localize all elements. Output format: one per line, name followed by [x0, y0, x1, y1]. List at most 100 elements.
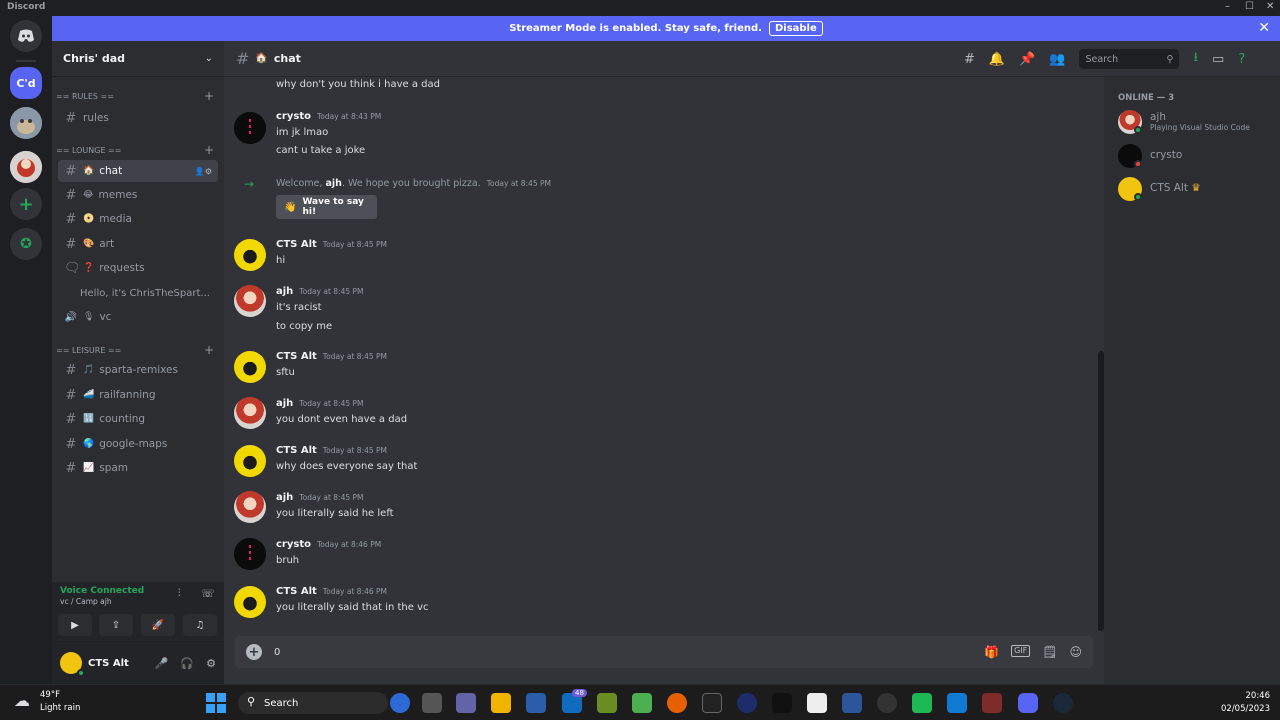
firefox-icon[interactable]: [667, 693, 687, 713]
camera-button[interactable]: ▶: [58, 614, 92, 636]
channel-memes[interactable]: # 😂 memes: [58, 184, 218, 206]
teams-icon[interactable]: [456, 693, 476, 713]
close-banner-icon[interactable]: ✕: [1258, 20, 1270, 36]
channel-media[interactable]: # 📀 media: [58, 208, 218, 230]
member-ajh[interactable]: ajh Playing Visual Studio Code: [1118, 110, 1278, 140]
server-icon-3[interactable]: [10, 151, 42, 183]
add-channel-icon[interactable]: +: [204, 343, 214, 357]
message-author[interactable]: CTS Alt Today at 8:45 PM: [276, 445, 387, 456]
visual-studio-code-icon[interactable]: [947, 693, 967, 713]
app-icon-red[interactable]: [982, 693, 1002, 713]
help-icon[interactable]: ?: [1238, 52, 1245, 67]
member-cts-alt[interactable]: CTS Alt ♛: [1118, 177, 1278, 207]
gif-icon[interactable]: GIF: [1011, 645, 1031, 657]
avatar[interactable]: [234, 285, 266, 317]
channel-google-maps[interactable]: # 🌎 google-maps: [58, 433, 218, 455]
discord-taskbar-icon[interactable]: [1018, 693, 1038, 713]
app-icon-dark[interactable]: [702, 693, 722, 713]
channel-art[interactable]: # 🎨 art: [58, 233, 218, 255]
user-name[interactable]: CTS Alt: [88, 658, 129, 669]
avatar[interactable]: [60, 652, 85, 677]
avatar[interactable]: [234, 445, 266, 477]
store-icon[interactable]: [526, 693, 546, 713]
guild-header[interactable]: Chris' dad ⌄: [52, 41, 224, 77]
threads-icon[interactable]: #: [964, 52, 975, 67]
minimize-icon[interactable]: –: [1225, 1, 1230, 12]
soundboard-button[interactable]: ♫: [183, 614, 217, 636]
channel-railfanning[interactable]: # 🚄 railfanning: [58, 384, 218, 406]
app-icon-green[interactable]: [632, 693, 652, 713]
message-input[interactable]: 0: [274, 647, 280, 658]
gear-icon[interactable]: ⚙: [206, 657, 216, 670]
gift-icon[interactable]: 🎁: [984, 645, 999, 659]
windows-start-icon[interactable]: [206, 693, 226, 713]
chrome-icon[interactable]: [877, 693, 897, 713]
noise-suppression-icon[interactable]: ⫶: [178, 588, 181, 599]
avatar[interactable]: [234, 112, 266, 144]
mic-icon[interactable]: 🎤: [155, 657, 169, 670]
terminal-icon[interactable]: [772, 693, 792, 713]
category-lounge[interactable]: == LOUNGE == +: [56, 143, 220, 157]
channel-vc[interactable]: 🔊 🎙 vc: [58, 306, 218, 328]
inbox-icon[interactable]: ▭: [1212, 52, 1224, 67]
server-chris-dad[interactable]: C'd: [10, 67, 42, 99]
category-rules[interactable]: == RULES == +: [56, 89, 220, 103]
bing-icon[interactable]: [390, 693, 410, 713]
server-icon-2[interactable]: [10, 107, 42, 139]
disconnect-icon[interactable]: ☏: [201, 587, 215, 600]
attach-plus-icon[interactable]: +: [246, 644, 262, 660]
message-author[interactable]: crysto Today at 8:46 PM: [276, 539, 381, 550]
avatar[interactable]: [234, 586, 266, 618]
bell-icon[interactable]: 🔔: [989, 52, 1005, 67]
weather-temp[interactable]: 49°F: [40, 690, 60, 700]
voice-location[interactable]: vc / Camp ajh: [60, 597, 112, 606]
avatar[interactable]: [234, 351, 266, 383]
avatar[interactable]: [234, 239, 266, 271]
add-channel-icon[interactable]: +: [204, 143, 214, 157]
cloud-rain-icon[interactable]: ☁: [14, 691, 30, 710]
home-discord-icon[interactable]: [10, 20, 42, 52]
sticker-icon[interactable]: 🗒: [1042, 645, 1057, 659]
thread-hello[interactable]: Hello, it's ChrisTheSpart...: [74, 282, 218, 304]
avatar[interactable]: [234, 491, 266, 523]
voice-status[interactable]: Voice Connected: [60, 586, 144, 596]
app-icon-blue[interactable]: [737, 693, 757, 713]
channel-requests[interactable]: 🗨 ❓ requests: [58, 257, 218, 279]
avatar[interactable]: [234, 397, 266, 429]
add-server-icon[interactable]: +: [10, 188, 42, 220]
invite-settings-icons[interactable]: 👤⚙: [195, 167, 212, 176]
activity-button[interactable]: 🚀: [141, 614, 175, 636]
disable-streamer-button[interactable]: Disable: [768, 21, 823, 36]
download-icon[interactable]: ⭳: [1193, 48, 1198, 70]
member-crysto[interactable]: crysto: [1118, 144, 1278, 174]
screenshare-button[interactable]: ⇪: [99, 614, 133, 636]
message-author[interactable]: ajh Today at 8:45 PM: [276, 398, 364, 409]
message-author[interactable]: ajh Today at 8:45 PM: [276, 492, 364, 503]
message-author[interactable]: ajh Today at 8:45 PM: [276, 286, 364, 297]
wave-button[interactable]: 👋 Wave to say hi!: [276, 195, 377, 219]
word-icon[interactable]: [842, 693, 862, 713]
steam-icon[interactable]: [1053, 693, 1073, 713]
task-view-icon[interactable]: [422, 693, 442, 713]
message-author[interactable]: CTS Alt Today at 8:45 PM: [276, 351, 387, 362]
message-author[interactable]: CTS Alt Today at 8:45 PM: [276, 239, 387, 250]
message-composer[interactable]: + 0 🎁 GIF 🗒 ☺: [234, 636, 1094, 668]
piano-icon[interactable]: [807, 693, 827, 713]
chevron-down-icon[interactable]: ⌄: [205, 53, 213, 64]
emoji-icon[interactable]: ☺: [1069, 645, 1082, 659]
add-channel-icon[interactable]: +: [204, 89, 214, 103]
weather-desc[interactable]: Light rain: [40, 703, 80, 713]
system-clock[interactable]: 20:46 02/05/2023: [1221, 690, 1270, 716]
pin-icon[interactable]: 📌: [1019, 52, 1035, 67]
channel-spam[interactable]: # 📈 spam: [58, 457, 218, 479]
close-window-icon[interactable]: ✕: [1266, 1, 1274, 12]
channel-sparta-remixes[interactable]: # 🎵 sparta-remixes: [58, 359, 218, 381]
minecraft-icon[interactable]: [597, 693, 617, 713]
maximize-icon[interactable]: ☐: [1245, 1, 1254, 12]
avatar[interactable]: [234, 538, 266, 570]
taskbar-search[interactable]: ⚲ Search: [238, 692, 388, 714]
app-icon-arrows[interactable]: [912, 693, 932, 713]
explore-compass-icon[interactable]: ✪: [10, 228, 42, 260]
headphones-icon[interactable]: 🎧: [180, 657, 194, 670]
message-author[interactable]: CTS Alt Today at 8:46 PM: [276, 586, 387, 597]
